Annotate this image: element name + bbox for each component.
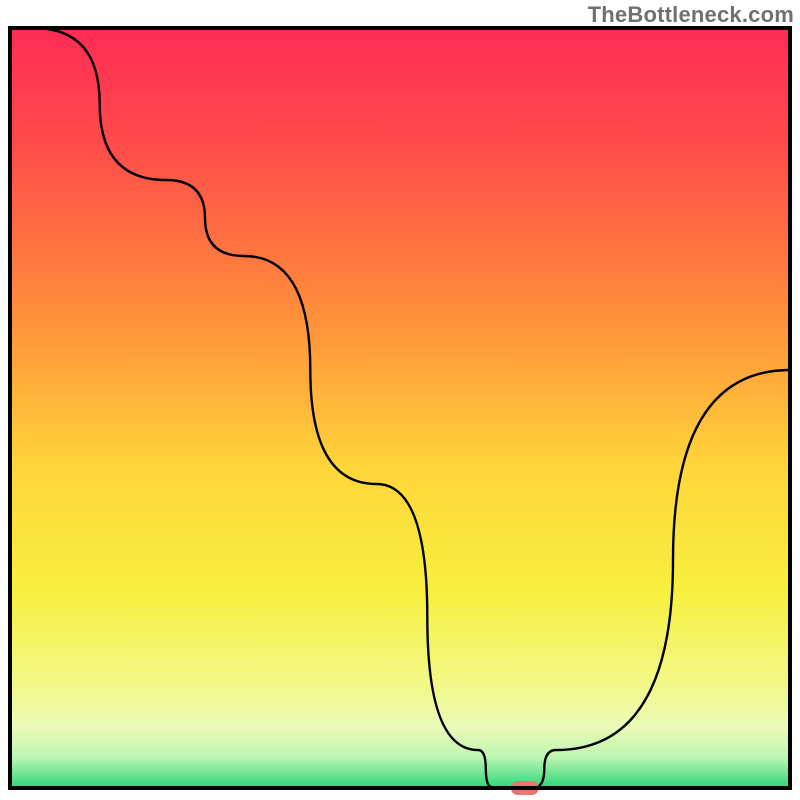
chart-frame: TheBottleneck.com: [0, 0, 800, 800]
watermark-label: TheBottleneck.com: [588, 2, 794, 28]
bottleneck-chart: [0, 0, 800, 800]
plot-background: [10, 28, 790, 788]
